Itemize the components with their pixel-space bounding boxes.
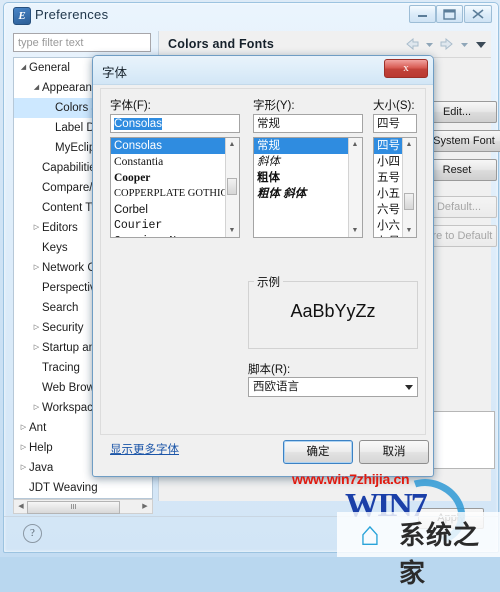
font-family-option[interactable]: Consolas <box>111 138 239 154</box>
font-family-option[interactable]: Cooper <box>111 170 239 186</box>
scroll-down-icon[interactable]: ▼ <box>403 224 415 237</box>
twisty-collapsed-icon[interactable]: ▷ <box>18 438 29 458</box>
sidebar-item-jdt-weaving[interactable]: JDT Weaving <box>14 478 152 498</box>
twisty-expanded-icon[interactable]: ◢ <box>31 78 42 98</box>
font-size-listbox[interactable]: 四号小四五号小五六号小六七号 ▲ ▼ <box>373 137 417 238</box>
scroll-up-icon[interactable]: ▲ <box>403 138 415 151</box>
twisty-collapsed-icon[interactable]: ▷ <box>18 418 29 438</box>
script-select[interactable]: 西欧语言 <box>248 377 418 397</box>
watermark-logo: ⌂ 系统之家 <box>337 512 500 588</box>
sidebar-item-label: Ant <box>29 422 47 435</box>
font-dialog: 字体 x 字体(F): Consolas Consolas Constantia C… <box>92 55 434 477</box>
forward-chevron-down-icon[interactable] <box>460 38 469 53</box>
twisty-collapsed-icon[interactable]: ▷ <box>31 218 42 238</box>
font-style-listbox[interactable]: 常规 斜体 粗体 粗体 斜体 ▲ ▼ <box>253 137 363 238</box>
twisty-collapsed-icon[interactable]: ▷ <box>31 338 42 358</box>
font-dialog-titlebar: 字体 x <box>93 56 433 85</box>
maximize-button[interactable] <box>436 5 463 23</box>
scrollbar-thumb[interactable] <box>227 178 237 195</box>
twisty-collapsed-icon[interactable]: ▷ <box>31 318 42 338</box>
twisty-collapsed-icon[interactable]: ▷ <box>18 458 29 478</box>
page-nav-toolbar <box>402 37 487 54</box>
eclipse-icon: E <box>13 7 31 25</box>
scroll-up-icon[interactable]: ▲ <box>349 138 361 151</box>
font-dialog-close-button[interactable]: x <box>384 59 428 78</box>
back-arrow-icon[interactable] <box>405 37 419 53</box>
back-chevron-down-icon[interactable] <box>425 38 434 53</box>
font-style-option[interactable]: 粗体 斜体 <box>254 186 362 202</box>
page-title: Colors and Fonts <box>168 37 274 51</box>
ok-button[interactable]: 确定 <box>283 440 353 464</box>
font-family-listbox[interactable]: Consolas Constantia Cooper COPPERPLATE GOTH… <box>110 137 240 238</box>
scrollbar-thumb[interactable] <box>404 193 414 210</box>
font-list-scrollbar[interactable]: ▲ ▼ <box>225 138 239 237</box>
size-list-scrollbar[interactable]: ▲ ▼ <box>402 138 416 237</box>
scroll-down-icon[interactable]: ▼ <box>349 224 361 237</box>
chevron-down-icon <box>405 385 413 390</box>
sidebar-item-label: JDT Weaving <box>29 482 98 494</box>
twisty-expanded-icon[interactable]: ◢ <box>18 58 29 78</box>
close-button[interactable] <box>464 5 492 23</box>
preferences-window: E Preferences type filter text ◢ General ◢… <box>3 2 500 553</box>
font-family-label: 字体(F): <box>110 100 151 112</box>
font-style-list-items[interactable]: 常规 斜体 粗体 粗体 斜体 <box>254 138 362 202</box>
sidebar-item-label: Search <box>42 302 79 314</box>
font-family-option[interactable]: Constantia <box>111 154 239 170</box>
font-size-input[interactable]: 四号 <box>373 114 417 133</box>
font-family-option[interactable]: COPPERPLATE GOTHIC <box>111 186 239 202</box>
help-icon[interactable]: ? <box>23 524 42 543</box>
sidebar-item-label: Security <box>42 322 84 335</box>
font-family-list-items[interactable]: Consolas Constantia Cooper COPPERPLATE GOTH… <box>111 138 239 237</box>
window-titlebar: E Preferences <box>4 3 498 29</box>
sidebar-item-label: General <box>29 62 70 75</box>
script-label: 脚本(R): <box>248 364 291 376</box>
font-family-option[interactable]: Courier New <box>111 234 239 237</box>
forward-arrow-icon[interactable] <box>440 37 454 53</box>
twisty-collapsed-icon[interactable]: ▷ <box>31 258 42 278</box>
sample-legend: 示例 <box>254 274 283 290</box>
cancel-button[interactable]: 取消 <box>359 440 429 464</box>
font-style-option[interactable]: 粗体 <box>254 170 362 186</box>
font-dialog-title: 字体 <box>102 66 128 80</box>
sidebar-item-label: Editors <box>42 222 78 235</box>
sidebar-item-label: Help <box>29 442 53 455</box>
home-icon: ⌂ <box>359 516 381 553</box>
sidebar-item-label: Keys <box>42 242 68 254</box>
twisty-collapsed-icon[interactable]: ▷ <box>31 398 42 418</box>
font-style-input[interactable]: 常规 <box>253 114 363 133</box>
view-menu-icon[interactable] <box>475 38 487 53</box>
script-value: 西欧语言 <box>253 381 299 393</box>
desktop-backdrop: E Preferences type filter text ◢ General ◢… <box>0 0 500 588</box>
scrollbar-thumb[interactable]: III <box>27 501 120 514</box>
watermark-url: www.win7zhijia.cn <box>292 471 410 487</box>
font-style-option[interactable]: 常规 <box>254 138 362 154</box>
style-list-scrollbar[interactable]: ▲ ▼ <box>348 138 362 237</box>
scroll-up-icon[interactable]: ▲ <box>226 138 238 151</box>
sidebar-item-label: Workspace <box>42 402 100 415</box>
font-dialog-body: 字体(F): Consolas Consolas Constantia Cooper… <box>100 88 426 456</box>
font-family-option[interactable]: Courier <box>111 218 239 234</box>
scroll-right-icon[interactable]: ▶ <box>139 501 151 514</box>
font-family-value: Consolas <box>114 118 162 130</box>
scroll-left-icon[interactable]: ◀ <box>15 501 27 514</box>
minimize-button[interactable] <box>409 5 436 23</box>
scroll-down-icon[interactable]: ▼ <box>226 224 238 237</box>
font-size-label: 大小(S): <box>373 100 415 112</box>
sample-text: AaBbYyZz <box>290 301 376 321</box>
font-style-label: 字形(Y): <box>253 100 295 112</box>
search-input[interactable]: type filter text <box>13 33 151 52</box>
font-style-option[interactable]: 斜体 <box>254 154 362 170</box>
sidebar-item-label: Java <box>29 462 54 475</box>
window-title: Preferences <box>35 7 109 22</box>
font-family-option[interactable]: Corbel <box>111 202 239 218</box>
show-more-fonts-link[interactable]: 显示更多字体 <box>110 441 179 457</box>
sidebar-item-label: Tracing <box>42 362 80 374</box>
tree-horizontal-scrollbar[interactable]: ◀ III ▶ <box>13 499 153 514</box>
font-family-input[interactable]: Consolas <box>110 114 240 133</box>
watermark-logo-text: 系统之家 <box>399 520 481 588</box>
